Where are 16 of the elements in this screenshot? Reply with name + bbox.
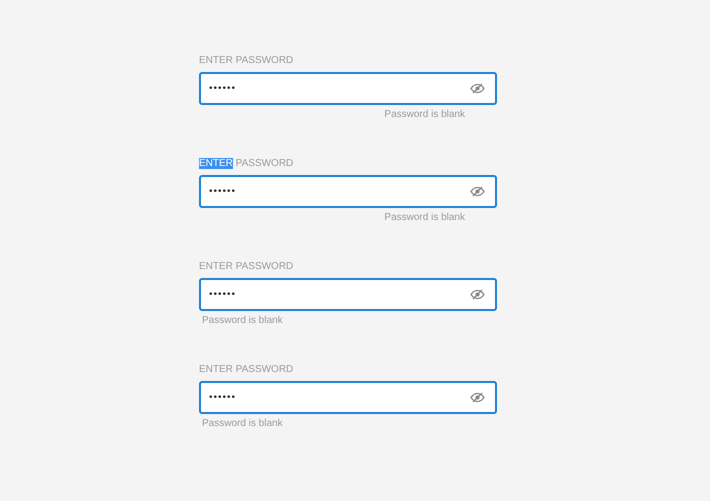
field-label: ENTER PASSWORD: [199, 363, 294, 376]
eye-slash-icon[interactable]: [470, 289, 485, 300]
password-field[interactable]: ••••••: [199, 278, 497, 311]
error-message: Password is blank: [384, 109, 465, 120]
eye-slash-icon[interactable]: [470, 83, 485, 94]
password-field[interactable]: ••••••: [199, 175, 497, 208]
error-message: Password is blank: [202, 418, 283, 429]
password-field[interactable]: ••••••: [199, 72, 497, 105]
password-field[interactable]: ••••••: [199, 381, 497, 414]
eye-slash-icon[interactable]: [470, 186, 485, 197]
error-message: Password is blank: [384, 212, 465, 223]
field-label: ENTER PASSWORD: [199, 260, 294, 273]
eye-slash-icon[interactable]: [470, 392, 485, 403]
error-message: Password is blank: [202, 315, 283, 326]
field-label: ENTER PASSWORD: [199, 54, 294, 67]
field-label: ENTER PASSWORD: [199, 157, 294, 170]
